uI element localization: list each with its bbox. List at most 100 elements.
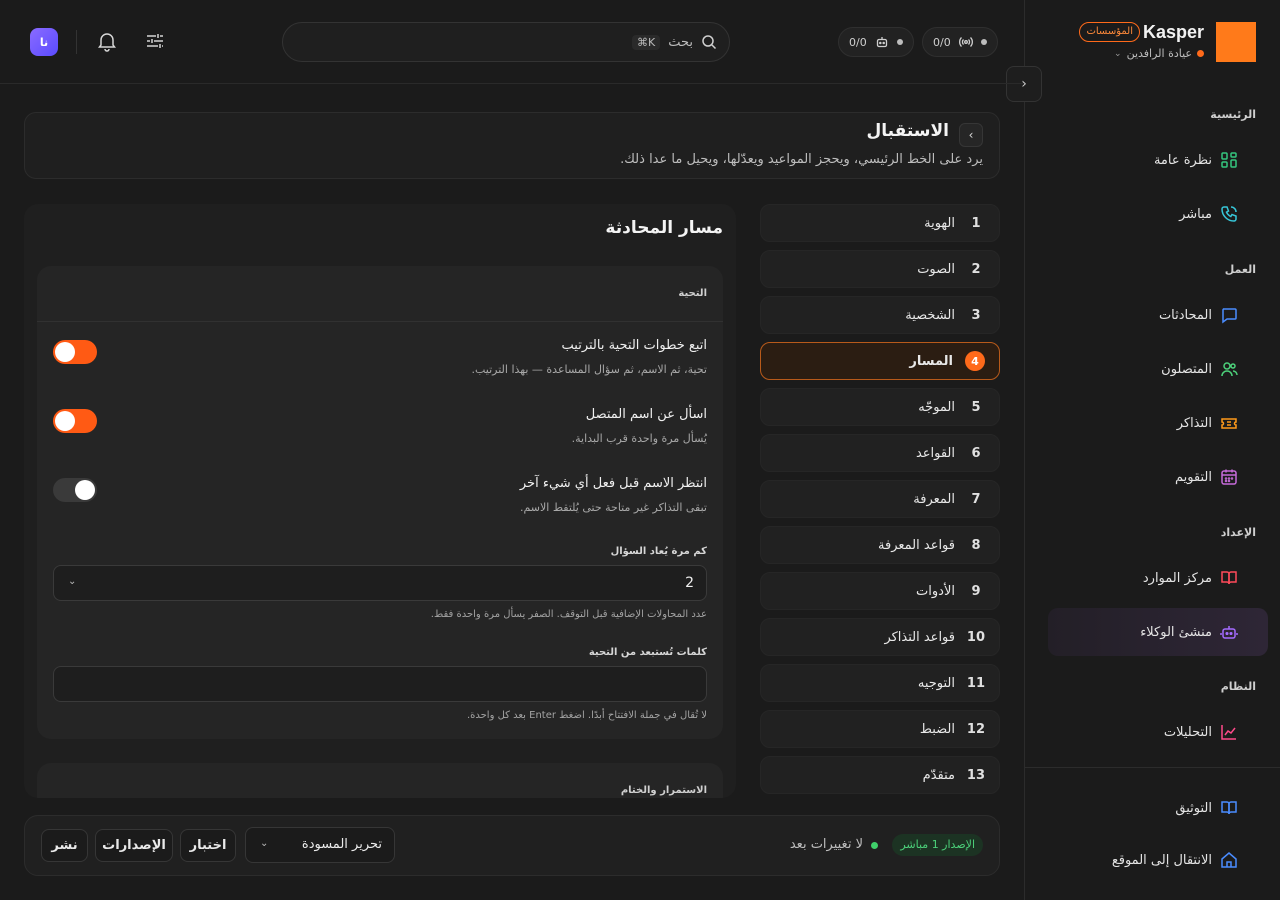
sidebar-item-label: منشئ الوكلاء [1140,624,1212,640]
chat-icon [1222,308,1237,324]
docs-icon [1221,801,1237,815]
search-bar[interactable]: بحث ⌘K [282,22,730,62]
grid-icon [1221,152,1237,168]
sidebar-item-overview[interactable]: نظرة عامة [1048,136,1268,184]
step-knowledge[interactable]: 7 المعرفة [760,480,1000,518]
toggle-label: اتبع خطوات التحية بالترتيب [561,338,707,353]
step-rules[interactable]: 6 القواعد [760,434,1000,472]
sidebar-item-label: نظرة عامة [1153,152,1212,168]
nav-section-work: العمل [1224,263,1256,276]
panel-title: مسار المحادثة [605,218,723,238]
step-label: الضبط [919,721,955,737]
users-icon [1221,362,1238,377]
sidebar-item-label: التقويم [1174,469,1212,485]
changes-status: لا تغييرات بعد [789,837,863,852]
versions-button[interactable]: الإصدارات [95,829,173,862]
bot-icon [1220,626,1238,639]
bot-icon [876,37,887,48]
sidebar-divider [1024,767,1280,768]
sidebar-item-label: التذاكر [1176,415,1212,431]
org-name: عيادة الرافدين [1126,47,1192,60]
step-tuning[interactable]: 12 الضبط [760,710,1000,748]
test-button[interactable]: اختبار [180,829,236,862]
nav-section-home: الرئيسية [1210,108,1256,121]
step-label: المعرفة [913,491,955,507]
step-routing[interactable]: 11 التوجيه [760,664,1000,702]
toggle-description: تبقى التذاكر غير متاحة حتى يُلتقط الاسم. [519,501,707,514]
excluded-words-hint: لا تُقال في جملة الافتتاح أبدًا. اضغط En… [466,710,707,721]
step-label: الشخصية [905,307,955,323]
nav-section-setup: الإعداد [1220,526,1256,539]
flow-panel: مسار المحادثة التحية اتبع خطوات التحية ب… [24,204,736,798]
step-voice[interactable]: 2 الصوت [760,250,1000,288]
step-personality[interactable]: 3 الشخصية [760,296,1000,334]
page-title: الاستقبال [866,121,949,141]
mode-label: تحرير المسودة [301,837,382,852]
calls-count: 0/0 [933,35,951,49]
sidebar-item-label: التحليلات [1163,724,1212,740]
step-number: 2 [971,261,981,277]
plan-badge: المؤسسات [1079,22,1140,42]
back-button[interactable]: › [959,123,983,147]
excluded-words-input[interactable] [53,666,707,702]
sidebar: Kasper المؤسسات عيادة الرافدين ⌄ الرئيسي… [1024,0,1280,900]
retries-select[interactable]: 2 ⌄ [53,565,707,601]
step-advanced[interactable]: 13 متقدّم [760,756,1000,794]
retries-value: 2 [685,575,694,591]
toggle-knob [55,342,75,362]
step-label: التوجيه [917,675,955,691]
step-number: 6 [971,445,981,461]
step-ticket-rules[interactable]: 10 قواعد التذاكر [760,618,1000,656]
toggle-label: اسأل عن اسم المتصل [585,407,707,422]
excluded-words-label: كلمات تُستبعد من التحية [588,647,707,658]
publish-button[interactable]: نشر [41,829,88,862]
org-switcher[interactable]: عيادة الرافدين ⌄ [1114,47,1204,60]
brand[interactable]: Kasper المؤسسات عيادة الرافدين ⌄ [1026,20,1256,64]
toggle-ordered-steps[interactable] [53,340,97,364]
calendar-icon [1221,469,1237,485]
sidebar-item-label: المتصلون [1161,361,1212,377]
user-avatar[interactable]: نا [30,28,58,56]
broadcast-icon [958,37,973,47]
sidebar-item-go-to-site[interactable]: الانتقال إلى الموقع [1048,836,1268,884]
sidebar-item-live[interactable]: مباشر [1048,190,1268,238]
sidebar-item-agent-builder[interactable]: منشئ الوكلاء [1048,608,1268,656]
sidebar-item-calendar[interactable]: التقويم [1048,453,1268,501]
step-prompt[interactable]: 5 الموجّه [760,388,1000,426]
step-identity[interactable]: 1 الهوية [760,204,1000,242]
closing-section: الاستمرار والختام [37,763,723,798]
calls-counter[interactable]: 0/0 [922,27,998,57]
step-label: متقدّم [922,767,955,783]
toggle-wait-for-name[interactable] [53,478,97,502]
retries-hint: عدد المحاولات الإضافية قبل التوقف. الصفر… [430,609,707,620]
bell-icon[interactable] [96,30,118,52]
sliders-icon[interactable] [144,30,166,52]
step-number: 5 [971,399,981,415]
brand-logo [1216,22,1256,62]
step-knowledge-bases[interactable]: 8 قواعد المعرفة [760,526,1000,564]
book-icon [1221,571,1237,585]
sidebar-item-tickets[interactable]: التذاكر [1048,399,1268,447]
ticket-icon [1221,418,1237,429]
step-tools[interactable]: 9 الأدوات [760,572,1000,610]
agents-counter[interactable]: 0/0 [838,27,914,57]
sidebar-item-docs[interactable]: التوثيق [1048,784,1268,832]
chevron-right-icon: › [968,128,974,142]
sidebar-item-resources[interactable]: مركز الموارد [1048,554,1268,602]
chart-icon [1221,725,1236,740]
sidebar-item-analytics[interactable]: التحليلات [1048,708,1268,756]
step-label: قواعد المعرفة [878,537,955,553]
toggle-ask-name[interactable] [53,409,97,433]
mode-dropdown[interactable]: تحرير المسودة ⌄ [245,827,395,863]
sidebar-item-conversations[interactable]: المحادثات [1048,291,1268,339]
chevron-down-icon: ⌄ [68,576,77,587]
status-dot [896,39,903,45]
sidebar-item-label: التوثيق [1175,800,1212,816]
sidebar-item-callers[interactable]: المتصلون [1048,345,1268,393]
step-flow[interactable]: 4 المسار [760,342,1000,380]
step-number: 11 [966,675,985,691]
action-bar: الإصدار 1 مباشر لا تغييرات بعد تحرير الم… [24,815,1000,876]
live-version-badge: الإصدار 1 مباشر [892,834,983,856]
step-label: الهوية [924,215,955,231]
toggle-label: انتظر الاسم قبل فعل أي شيء آخر [519,476,707,491]
